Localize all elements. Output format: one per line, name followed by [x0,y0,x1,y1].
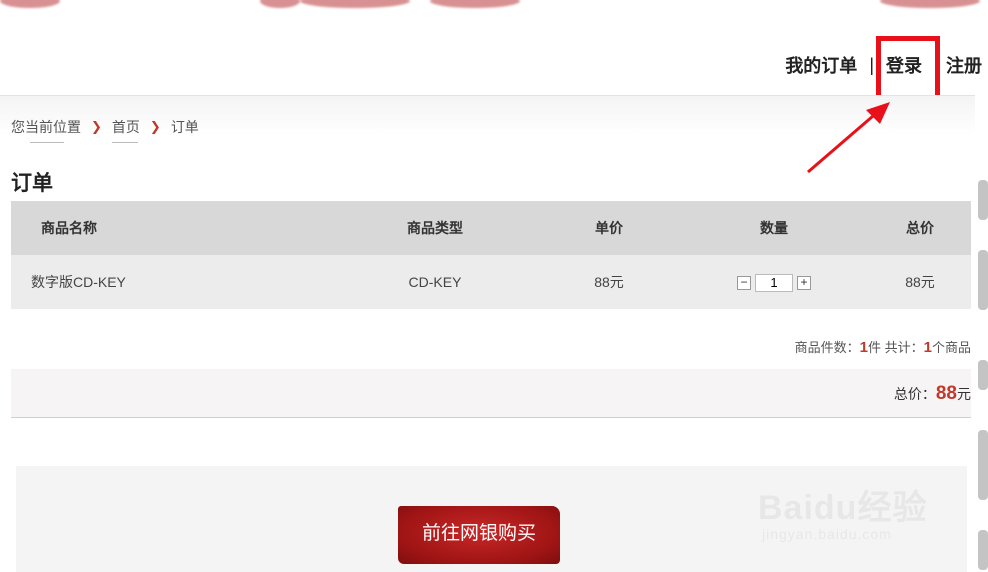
row-total: 88元 [905,274,935,290]
watermark-main-text: Baidu经验 [758,489,928,527]
nav-separator: | [869,54,874,75]
breadcrumb-underline [112,137,138,143]
top-nav: 我的订单 | 登录 注册 [785,36,982,102]
total-count-label: 共计： [881,340,924,355]
chevron-right-icon: ❯ [91,119,102,134]
product-type: CD-KEY [408,274,462,290]
quantity-cell: − + [679,273,869,292]
table-row: 数字版CD-KEY CD-KEY 88元 − + 88元 [11,255,971,309]
total-item-count: 1 [923,339,932,356]
total-amount: 88 [935,383,957,404]
quantity-input[interactable] [755,273,793,292]
unit-price: 88元 [594,274,624,290]
watermark-sub-text: jingyan.baidu.com [762,526,892,542]
quantity-stepper: − + [737,273,811,292]
breadcrumb-label: 您当前位置 [11,119,81,135]
my-orders-link[interactable]: 我的订单 [785,52,857,78]
breadcrumb: 您当前位置 ❯ 首页 ❯ 订单 [11,117,199,137]
item-count: 1 [859,339,868,356]
page-title: 订单 [11,172,53,195]
header-total: 总价 [906,220,934,236]
login-highlight-box [876,36,940,102]
order-table: 商品名称 商品类型 单价 数量 总价 数字版CD-KEY CD-KEY 88元 … [11,201,971,309]
chevron-right-icon: ❯ [149,119,161,134]
header-product-name: 商品名称 [41,220,97,236]
total-bar: 总价：88元 [11,369,971,418]
total-count-unit: 个商品 [931,340,971,355]
count-unit: 件 [868,340,882,355]
header-quantity: 数量 [760,220,788,236]
increase-quantity-button[interactable]: + [797,275,811,290]
table-header: 商品名称 商品类型 单价 数量 总价 [11,201,971,255]
login-wrap: 登录 [876,36,940,102]
decrease-quantity-button[interactable]: − [737,275,751,290]
total-price: 总价：88元 [894,383,971,405]
header-product-type: 商品类型 [407,220,463,236]
ink-decoration-top [0,0,988,14]
register-link[interactable]: 注册 [946,52,982,78]
header-unit-price: 单价 [595,220,623,236]
annotation-arrow-icon [807,102,890,174]
baidu-watermark: Baidu经验 jingyan.baidu.com [758,468,938,558]
go-to-online-banking-button[interactable]: 前往网银购买 [398,506,560,564]
count-label: 商品件数： [794,340,860,355]
total-unit: 元 [957,386,971,402]
breadcrumb-underline [30,137,64,143]
product-name: 数字版CD-KEY [31,274,126,290]
order-summary: 商品件数：1件 共计：1个商品 [795,337,971,356]
breadcrumb-home-link[interactable]: 首页 [112,117,140,137]
total-label: 总价： [893,386,936,402]
ink-decoration-right [972,180,988,572]
breadcrumb-current: 订单 [170,119,199,135]
